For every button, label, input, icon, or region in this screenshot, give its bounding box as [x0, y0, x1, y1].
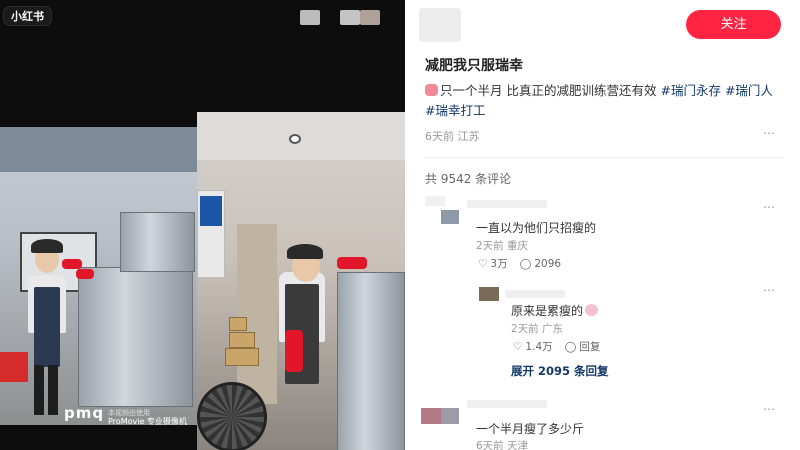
note-info-panel: 关注 减肥我只服瑞幸 只一个半月 比真正的减肥训练营还有效 #瑞门永存 #瑞门人…: [405, 0, 800, 450]
commenter-name[interactable]: [467, 200, 547, 208]
comment-meta: 6天前 天津: [476, 440, 529, 450]
blurred-icon: [340, 10, 360, 25]
post-meta: 6天前 江苏: [425, 130, 480, 143]
video-frame-left: [0, 127, 197, 425]
ellipsis-icon[interactable]: ⋯: [763, 402, 776, 416]
comment-bubble-icon: ◯: [519, 257, 532, 270]
divider: [425, 157, 783, 158]
hashtag-link[interactable]: #瑞门永存: [660, 83, 720, 98]
ellipsis-icon[interactable]: ⋯: [763, 126, 776, 140]
author-avatar[interactable]: [419, 8, 461, 42]
comment-text: 原来是累瘦的: [511, 302, 599, 319]
comment-text: 一直以为他们只招瘦的: [476, 221, 597, 235]
like-button[interactable]: ♡ 1.4万: [513, 339, 553, 354]
expand-replies-link[interactable]: 展开 2095 条回复: [511, 363, 609, 379]
hashtag-link[interactable]: #瑞幸打工: [425, 103, 485, 118]
video-frame-right: [197, 112, 405, 450]
reply-button[interactable]: ◯ 回复: [565, 339, 601, 354]
heart-icon: ♡: [478, 258, 488, 270]
comment-actions: ♡ 3万 ◯ 2096: [478, 256, 561, 271]
pig-emoji-icon: [425, 84, 438, 96]
note-detail-view: 小红书 pmq 本视频由使用 ProMovie 专业摄像机 关注 减肥我只服瑞幸…: [0, 0, 800, 450]
post-title: 减肥我只服瑞幸: [425, 58, 523, 74]
like-button[interactable]: ♡ 3万: [478, 256, 508, 271]
follow-button[interactable]: 关注: [686, 10, 781, 39]
blurred-icon: [360, 10, 380, 25]
comment-bubble-icon: ◯: [564, 341, 577, 353]
ellipsis-icon[interactable]: ⋯: [763, 283, 776, 297]
commenter-avatar[interactable]: [441, 408, 459, 424]
media-viewer[interactable]: 小红书 pmq 本视频由使用 ProMovie 专业摄像机: [0, 0, 405, 450]
commenter-name[interactable]: [467, 400, 547, 408]
ellipsis-icon[interactable]: ⋯: [763, 200, 776, 214]
comment-count: 共 9542 条评论: [425, 172, 512, 186]
hashtag-link[interactable]: #瑞门人: [725, 83, 773, 98]
comment-actions: ♡ 1.4万 ◯ 回复: [513, 339, 600, 354]
heart-icon: ♡: [513, 341, 523, 353]
commenter-name[interactable]: [505, 290, 565, 298]
app-logo: 小红书: [3, 6, 52, 26]
comment-text: 一个半月瘦了多少斤: [476, 422, 585, 436]
commenter-avatar[interactable]: [421, 408, 441, 424]
post-description: 只一个半月 比真正的减肥训练营还有效 #瑞门永存 #瑞门人 #瑞幸打工: [425, 83, 773, 118]
reply-button[interactable]: ◯ 2096: [520, 258, 562, 270]
comment-meta: 2天前 重庆: [476, 240, 529, 252]
commenter-avatar[interactable]: [425, 196, 445, 206]
comment-meta: 2天前 广东: [511, 323, 564, 335]
commenter-avatar[interactable]: [479, 287, 499, 301]
clown-emoji-icon: [585, 304, 599, 316]
commenter-avatar[interactable]: [441, 210, 459, 224]
blurred-icon: [300, 10, 320, 25]
